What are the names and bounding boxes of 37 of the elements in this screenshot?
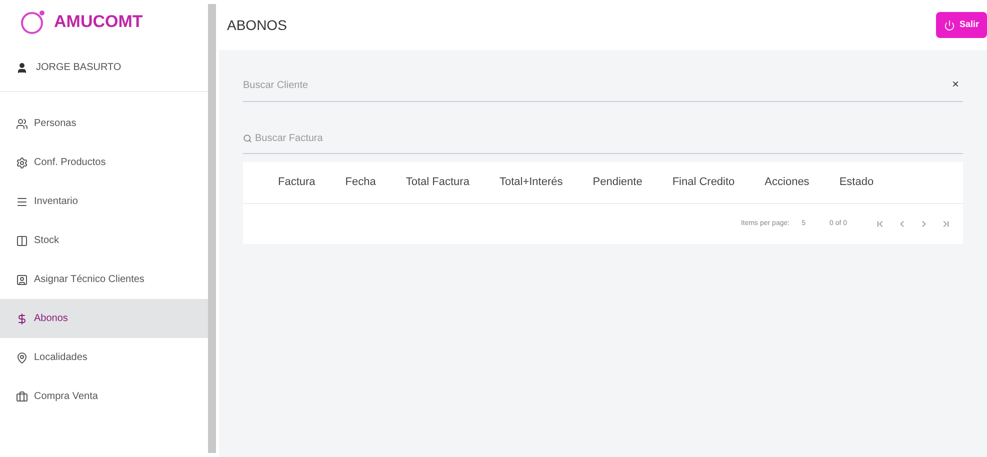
id-card-icon [16, 274, 28, 286]
sidebar-item[interactable]: Compra Venta [0, 377, 208, 416]
sidebar-item[interactable]: Abonos [0, 299, 208, 338]
user-name: JORGE BASURTO [36, 61, 122, 75]
sidebar-item[interactable]: Inventario [0, 182, 208, 221]
menu-icon [16, 196, 28, 208]
column-header[interactable]: Fecha [336, 174, 385, 191]
search-icon [243, 134, 252, 143]
dollar-icon [16, 312, 28, 324]
column-header[interactable]: Total+Interés [490, 174, 572, 191]
brand-name: AMUCOMT [54, 11, 143, 34]
column-header[interactable]: Total Factura [396, 174, 478, 191]
power-icon [944, 20, 956, 30]
sidebar-item[interactable]: Stock [0, 221, 208, 260]
user-icon [16, 62, 28, 74]
gear-icon [16, 156, 28, 168]
columns-icon [16, 234, 28, 246]
page-title: ABONOS [227, 16, 287, 34]
last-page-icon[interactable] [941, 219, 951, 229]
logo-icon [20, 9, 46, 35]
briefcase-icon [16, 390, 28, 402]
sidebar-item[interactable]: Personas [0, 104, 208, 143]
first-page-icon[interactable] [875, 219, 885, 229]
sidebar-item[interactable]: Conf. Productos [0, 143, 208, 182]
sidebar-item[interactable]: Asignar Técnico Clientes [0, 260, 208, 299]
column-header[interactable]: Pendiente [584, 174, 652, 191]
column-header[interactable]: Estado [830, 174, 883, 191]
map-pin-icon [16, 352, 28, 364]
logout-button[interactable]: Salir [936, 12, 987, 38]
clear-button[interactable]: × [952, 78, 959, 90]
people-icon [16, 118, 28, 130]
scrollbar[interactable] [208, 4, 216, 453]
column-header[interactable]: Acciones [756, 174, 818, 191]
sidebar-item[interactable]: Localidades [0, 338, 208, 377]
invoice-search-field[interactable]: Buscar Factura [243, 124, 963, 154]
column-header[interactable]: Final Credito [663, 174, 744, 191]
column-header[interactable]: Factura [269, 174, 324, 191]
